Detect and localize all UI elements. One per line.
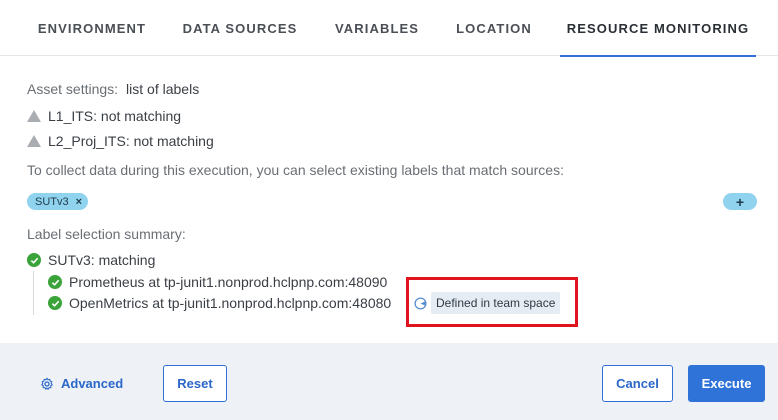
instruction-text: To collect data during this execution, y… bbox=[27, 162, 564, 178]
chip-label: SUTv3 bbox=[35, 195, 69, 208]
advanced-button[interactable]: Advanced bbox=[40, 376, 123, 391]
dialog-footer: Advanced Reset Cancel Execute bbox=[0, 343, 778, 420]
check-circle-icon bbox=[27, 253, 41, 267]
remove-chip-icon[interactable]: × bbox=[76, 196, 82, 208]
asset-settings-label: Asset settings: bbox=[27, 81, 119, 97]
asset-label-text: L2_Proj_ITS: not matching bbox=[48, 133, 214, 149]
summary-child-text: Prometheus at tp-junit1.nonprod.hclpnp.c… bbox=[69, 274, 388, 290]
summary-root-text: SUTv3: matching bbox=[48, 252, 156, 268]
asset-label-item: L1_ITS: not matching bbox=[27, 108, 181, 124]
tree-connector bbox=[33, 271, 34, 315]
tab-environment[interactable]: ENVIRONMENT bbox=[22, 0, 162, 56]
advanced-label: Advanced bbox=[61, 376, 124, 391]
warning-icon bbox=[27, 110, 41, 122]
tab-resource-monitoring[interactable]: RESOURCE MONITORING bbox=[560, 0, 756, 57]
check-circle-icon bbox=[48, 275, 62, 289]
summary-title: Label selection summary: bbox=[27, 226, 186, 242]
tab-variables[interactable]: VARIABLES bbox=[318, 0, 436, 56]
asset-settings-row: Asset settings: list of labels bbox=[27, 81, 199, 97]
summary-root-item: SUTv3: matching bbox=[27, 252, 155, 268]
highlight-box bbox=[406, 277, 578, 327]
execute-button[interactable]: Execute bbox=[688, 365, 765, 402]
check-circle-icon bbox=[48, 296, 62, 310]
asset-label-item: L2_Proj_ITS: not matching bbox=[27, 133, 214, 149]
tab-location[interactable]: LOCATION bbox=[444, 0, 544, 56]
gear-icon bbox=[41, 377, 53, 390]
tab-data-sources[interactable]: DATA SOURCES bbox=[170, 0, 310, 56]
label-chip-sutv3[interactable]: SUTv3 × bbox=[27, 193, 89, 210]
add-label-button[interactable]: + bbox=[723, 193, 757, 210]
summary-child-item: OpenMetrics at tp-junit1.nonprod.hclpnp.… bbox=[48, 295, 391, 311]
warning-icon bbox=[27, 135, 41, 147]
summary-child-text: OpenMetrics at tp-junit1.nonprod.hclpnp.… bbox=[69, 295, 392, 311]
cancel-button[interactable]: Cancel bbox=[602, 365, 673, 402]
summary-child-item: Prometheus at tp-junit1.nonprod.hclpnp.c… bbox=[48, 274, 387, 290]
asset-label-text: L1_ITS: not matching bbox=[48, 108, 182, 124]
reset-button[interactable]: Reset bbox=[163, 365, 227, 402]
asset-settings-value: list of labels bbox=[126, 81, 200, 97]
resource-monitoring-panel: Asset settings: list of labels L1_ITS: n… bbox=[0, 57, 778, 343]
tab-bar: ENVIRONMENT DATA SOURCES VARIABLES LOCAT… bbox=[0, 0, 778, 57]
